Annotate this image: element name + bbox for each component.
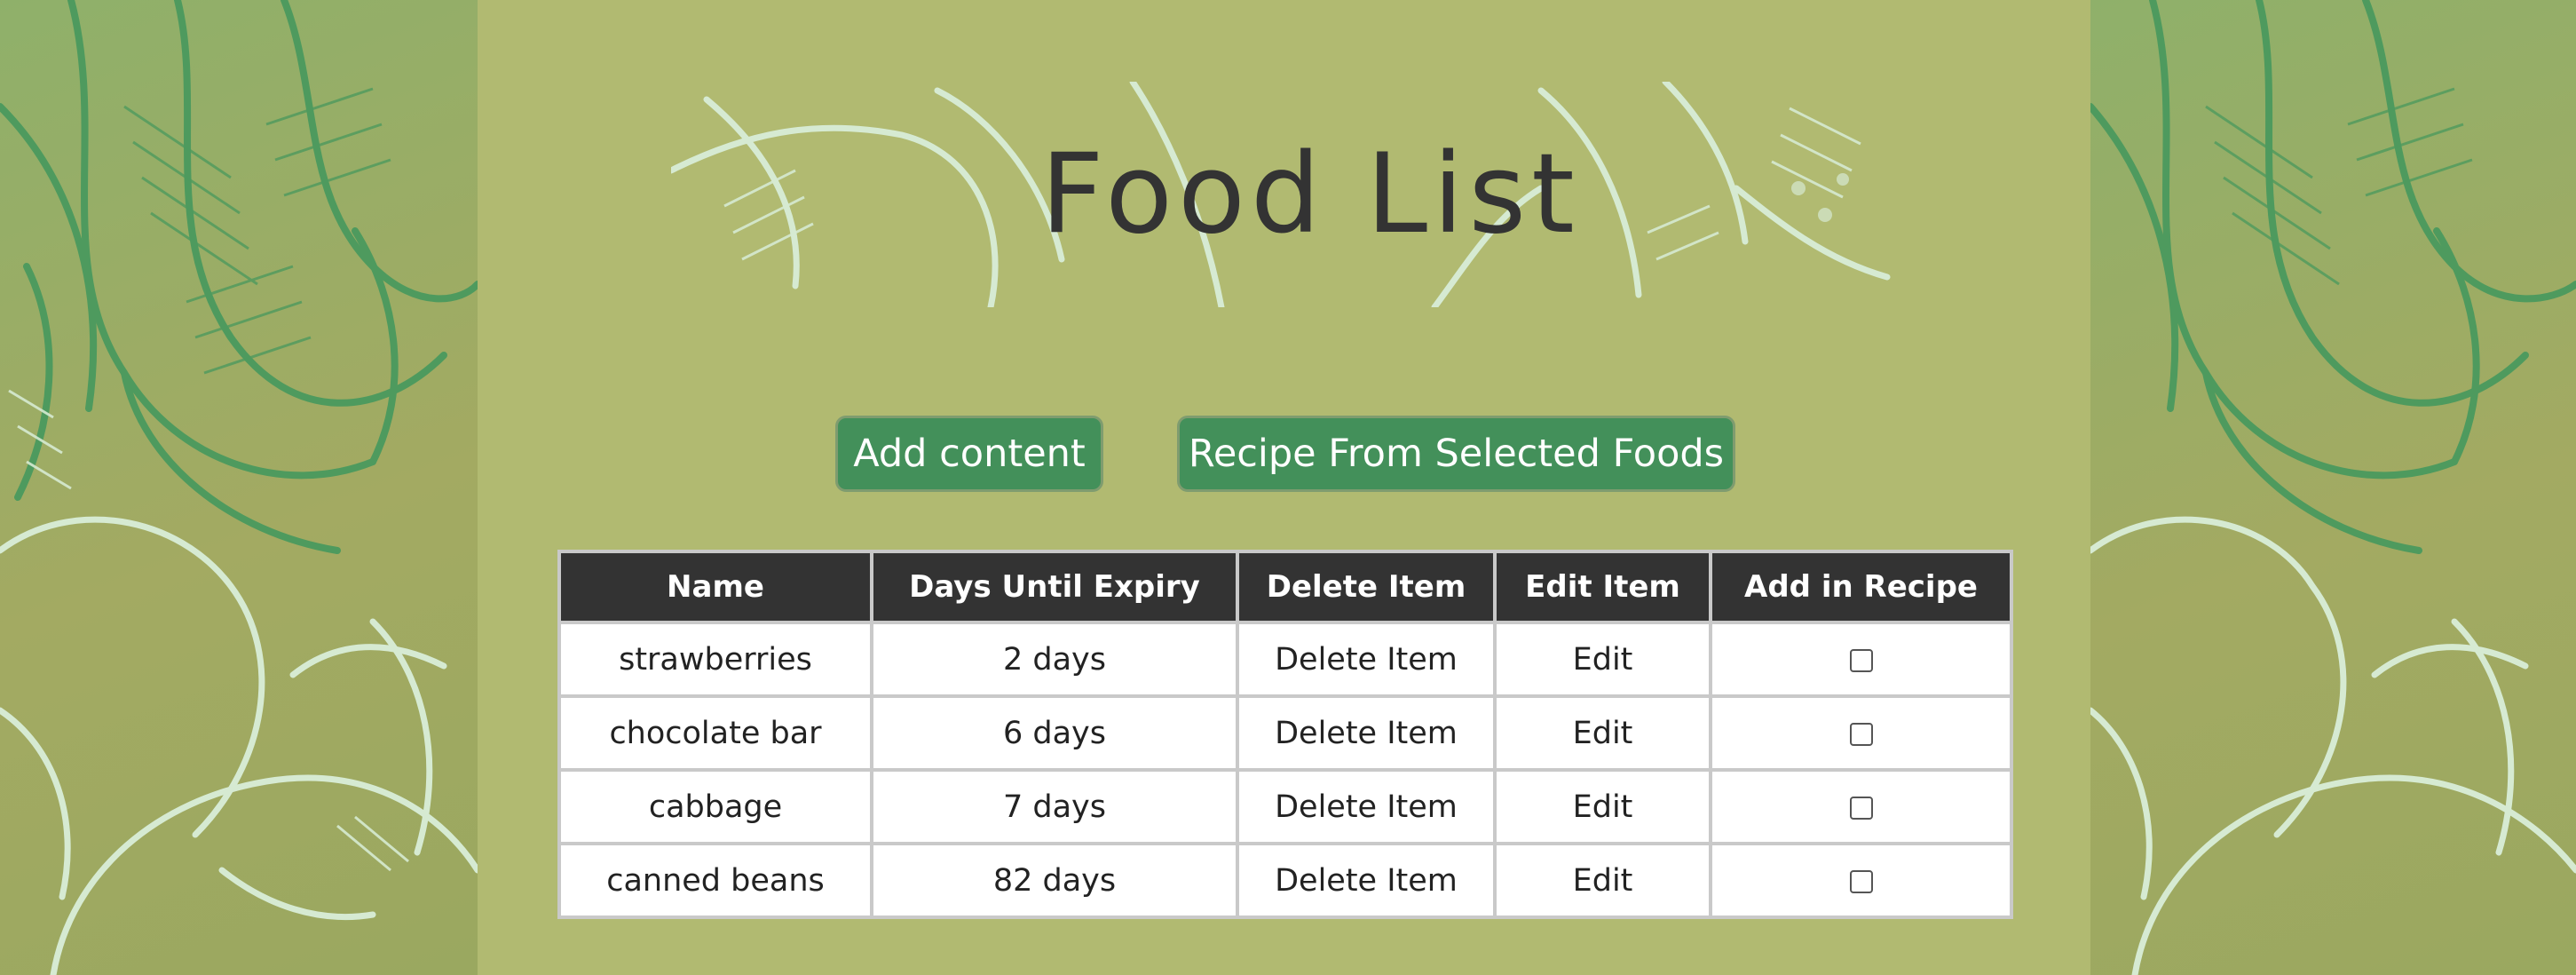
- add-in-recipe-checkbox[interactable]: [1849, 648, 1873, 672]
- title-banner: Food List: [671, 82, 1896, 307]
- add-in-recipe-checkbox[interactable]: [1849, 869, 1873, 893]
- food-name: strawberries: [557, 621, 873, 698]
- edit-item-link[interactable]: Edit: [1493, 694, 1712, 772]
- column-header-name: Name: [557, 550, 873, 624]
- table-header-row: Name Days Until Expiry Delete Item Edit …: [557, 550, 2013, 624]
- vegetable-sketch-art-left: [0, 0, 478, 975]
- table-row: chocolate bar 6 days Delete Item Edit: [557, 694, 2013, 772]
- recipe-cell: [1709, 621, 2013, 698]
- left-decoration: [0, 0, 478, 975]
- edit-item-link[interactable]: Edit: [1493, 621, 1712, 698]
- table-row: cabbage 7 days Delete Item Edit: [557, 768, 2013, 845]
- days-until-expiry: 82 days: [870, 842, 1239, 919]
- delete-item-link[interactable]: Delete Item: [1236, 621, 1497, 698]
- add-in-recipe-checkbox[interactable]: [1849, 722, 1873, 746]
- recipe-from-selected-button[interactable]: Recipe From Selected Foods: [1177, 416, 1735, 492]
- days-until-expiry: 6 days: [870, 694, 1239, 772]
- column-header-delete: Delete Item: [1236, 550, 1497, 624]
- column-header-recipe: Add in Recipe: [1709, 550, 2013, 624]
- days-until-expiry: 7 days: [870, 768, 1239, 845]
- food-table: Name Days Until Expiry Delete Item Edit …: [557, 550, 2013, 919]
- column-header-days: Days Until Expiry: [870, 550, 1239, 624]
- recipe-cell: [1709, 842, 2013, 919]
- recipe-cell: [1709, 768, 2013, 845]
- food-name: chocolate bar: [557, 694, 873, 772]
- table-row: strawberries 2 days Delete Item Edit: [557, 621, 2013, 698]
- edit-item-link[interactable]: Edit: [1493, 768, 1712, 845]
- recipe-cell: [1709, 694, 2013, 772]
- table-row: canned beans 82 days Delete Item Edit: [557, 842, 2013, 919]
- delete-item-link[interactable]: Delete Item: [1236, 842, 1497, 919]
- food-name: canned beans: [557, 842, 873, 919]
- column-header-edit: Edit Item: [1493, 550, 1712, 624]
- delete-item-link[interactable]: Delete Item: [1236, 768, 1497, 845]
- main-content: Food List Add content Recipe From Select…: [478, 0, 2090, 975]
- add-content-button[interactable]: Add content: [835, 416, 1103, 492]
- days-until-expiry: 2 days: [870, 621, 1239, 698]
- edit-item-link[interactable]: Edit: [1493, 842, 1712, 919]
- delete-item-link[interactable]: Delete Item: [1236, 694, 1497, 772]
- vegetable-sketch-art-right: [2090, 0, 2576, 975]
- food-name: cabbage: [557, 768, 873, 845]
- add-in-recipe-checkbox[interactable]: [1849, 796, 1873, 820]
- page-title: Food List: [1040, 131, 1580, 258]
- right-decoration: [2090, 0, 2576, 975]
